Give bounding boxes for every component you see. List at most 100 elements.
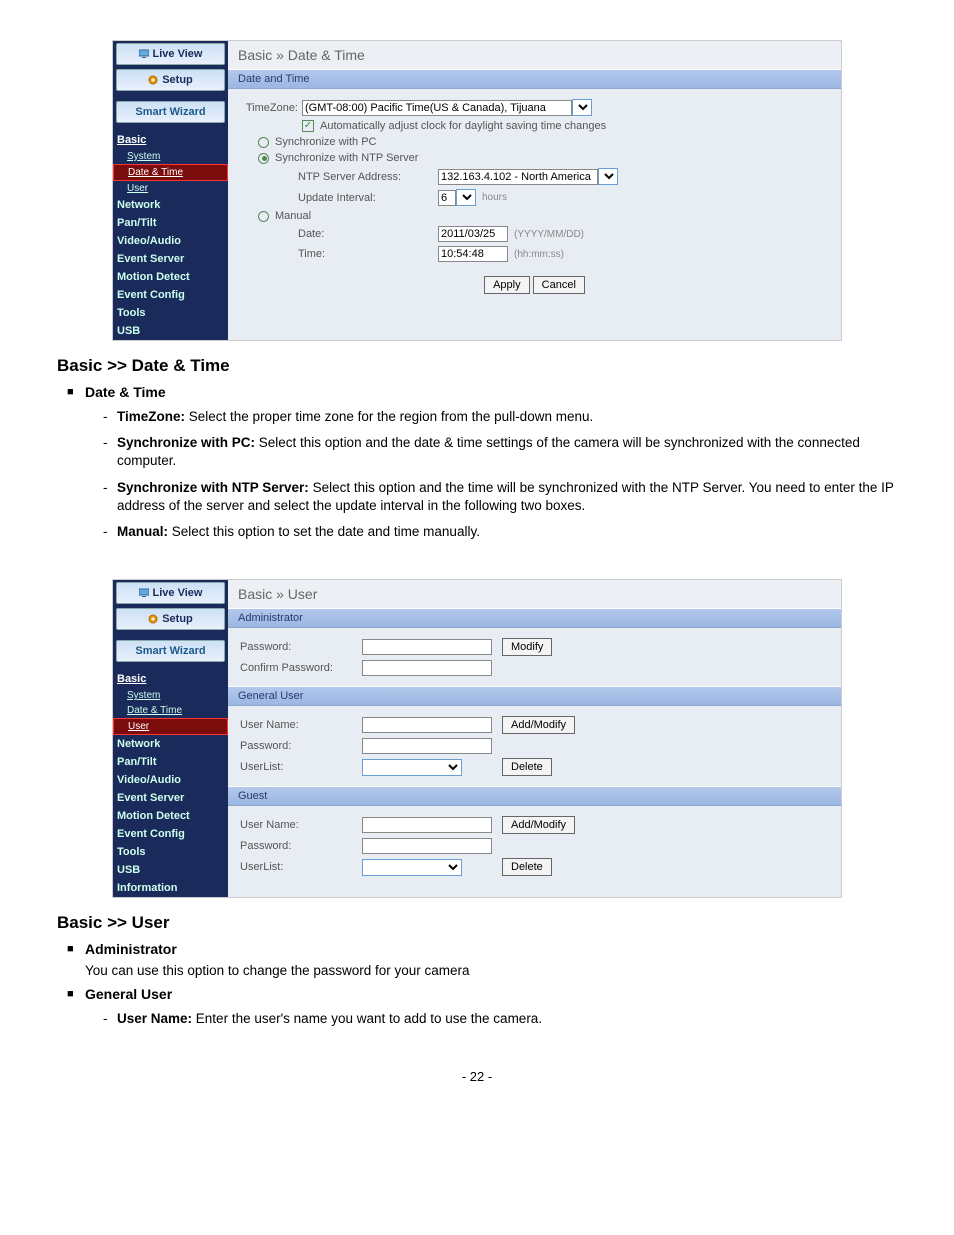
sidebar-tools[interactable]: Tools [113, 843, 228, 861]
sidebar-pan-tilt[interactable]: Pan/Tilt [113, 753, 228, 771]
sidebar-network[interactable]: Network [113, 735, 228, 753]
daylight-row: ✓ Automatically adjust clock for dayligh… [240, 120, 829, 132]
sidebar-event-server[interactable]: Event Server [113, 250, 228, 268]
smart-wizard-button[interactable]: Smart Wizard [116, 101, 225, 123]
gu-username-input[interactable] [362, 717, 492, 733]
cancel-button[interactable]: Cancel [533, 276, 585, 294]
timezone-drop[interactable] [572, 99, 592, 116]
sidebar-date-time[interactable]: Date & Time [113, 164, 228, 181]
userlist-label: UserList: [240, 761, 362, 773]
section-general-user: General User [228, 686, 841, 706]
sidebar-video-audio[interactable]: Video/Audio [113, 771, 228, 789]
time-input[interactable] [438, 246, 508, 262]
userlist-label: UserList: [240, 861, 362, 873]
smart-wizard-button[interactable]: Smart Wizard [116, 640, 225, 662]
password-label: Password: [240, 740, 362, 752]
sidebar-user[interactable]: User [113, 718, 228, 735]
gu-password-row: Password: [240, 738, 829, 754]
date-label: Date: [298, 228, 438, 240]
sidebar-motion-detect[interactable]: Motion Detect [113, 807, 228, 825]
sidebar-event-config[interactable]: Event Config [113, 286, 228, 304]
update-interval-row: Update Interval: hours [240, 189, 829, 206]
time-row: Time: (hh:mm:ss) [240, 246, 829, 262]
doc-li-sync-ntp: Synchronize with NTP Server: Select this… [103, 479, 897, 515]
doc-list-date-time: TimeZone: Select the proper time zone fo… [103, 408, 897, 541]
date-hint: (YYYY/MM/DD) [514, 229, 584, 240]
daylight-label: Automatically adjust clock for daylight … [320, 120, 606, 132]
manual-radio[interactable] [258, 211, 269, 222]
gu-userlist-select[interactable] [362, 759, 462, 776]
sync-ntp-radio[interactable] [258, 153, 269, 164]
gear-icon [148, 75, 158, 85]
sidebar-system[interactable]: System [113, 149, 228, 164]
sidebar-usb[interactable]: USB [113, 322, 228, 340]
guest-password-input[interactable] [362, 838, 492, 854]
monitor-icon [139, 588, 149, 598]
date-input[interactable] [438, 226, 508, 242]
doc-sub-general-user: General User [85, 986, 897, 1002]
content-panel: Basic » Date & Time Date and Time TimeZo… [228, 41, 841, 340]
ntp-addr-drop[interactable] [598, 168, 618, 185]
sidebar-date-time[interactable]: Date & Time [113, 703, 228, 718]
doc-heading-date-time: Basic >> Date & Time [57, 356, 897, 376]
admin-confirm-input[interactable] [362, 660, 492, 676]
live-view-button[interactable]: Live View [116, 43, 225, 65]
sidebar-motion-detect[interactable]: Motion Detect [113, 268, 228, 286]
daylight-checkbox[interactable]: ✓ [302, 120, 314, 132]
doc-term: Synchronize with NTP Server: [117, 480, 313, 495]
setup-label: Setup [162, 74, 193, 86]
sidebar-basic[interactable]: Basic [113, 670, 228, 688]
sidebar-event-server[interactable]: Event Server [113, 789, 228, 807]
sync-pc-row: Synchronize with PC [240, 136, 829, 148]
hours-label: hours [482, 192, 507, 203]
sidebar-system[interactable]: System [113, 688, 228, 703]
doc-list-user: User Name: Enter the user's name you wan… [103, 1010, 897, 1028]
add-modify-button[interactable]: Add/Modify [502, 816, 575, 834]
doc-text: Select the proper time zone for the regi… [189, 409, 593, 424]
sidebar-event-config[interactable]: Event Config [113, 825, 228, 843]
smart-wizard-label: Smart Wizard [135, 106, 205, 118]
timezone-select[interactable] [302, 100, 572, 116]
update-interval-input[interactable] [438, 190, 456, 206]
sidebar-pan-tilt[interactable]: Pan/Tilt [113, 214, 228, 232]
password-label: Password: [240, 641, 362, 653]
sidebar-tools[interactable]: Tools [113, 304, 228, 322]
doc-heading-user: Basic >> User [57, 913, 897, 933]
username-label: User Name: [240, 719, 362, 731]
apply-button[interactable]: Apply [484, 276, 530, 294]
username-label: User Name: [240, 819, 362, 831]
setup-button[interactable]: Setup [116, 69, 225, 91]
doc-sub-date-time: Date & Time [85, 384, 897, 400]
doc-li-sync-pc: Synchronize with PC: Select this option … [103, 434, 897, 470]
sidebar-information[interactable]: Information [113, 879, 228, 897]
update-interval-drop[interactable] [456, 189, 476, 206]
sidebar: Live View Setup Smart Wizard Basic Syste… [113, 580, 228, 897]
admin-password-input[interactable] [362, 639, 492, 655]
sidebar-network[interactable]: Network [113, 196, 228, 214]
button-row: Apply Cancel [240, 276, 829, 294]
sidebar-user[interactable]: User [113, 181, 228, 196]
gu-password-input[interactable] [362, 738, 492, 754]
ntp-addr-input[interactable] [438, 169, 598, 185]
guest-password-row: Password: [240, 838, 829, 854]
delete-button[interactable]: Delete [502, 858, 552, 876]
guest-userlist-select[interactable] [362, 859, 462, 876]
time-hint: (hh:mm:ss) [514, 249, 564, 260]
smart-wizard-label: Smart Wizard [135, 645, 205, 657]
delete-button[interactable]: Delete [502, 758, 552, 776]
section-date-time: Date and Time [228, 69, 841, 89]
confirm-password-label: Confirm Password: [240, 662, 362, 674]
add-modify-button[interactable]: Add/Modify [502, 716, 575, 734]
breadcrumb: Basic » User [228, 580, 841, 608]
live-view-label: Live View [153, 48, 203, 60]
modify-button[interactable]: Modify [502, 638, 552, 656]
sync-pc-radio[interactable] [258, 137, 269, 148]
live-view-button[interactable]: Live View [116, 582, 225, 604]
sidebar-usb[interactable]: USB [113, 861, 228, 879]
setup-button[interactable]: Setup [116, 608, 225, 630]
guest-username-row: User Name: Add/Modify [240, 816, 829, 834]
doc-term: Synchronize with PC: [117, 435, 259, 450]
guest-username-input[interactable] [362, 817, 492, 833]
sidebar-video-audio[interactable]: Video/Audio [113, 232, 228, 250]
sidebar-basic[interactable]: Basic [113, 131, 228, 149]
